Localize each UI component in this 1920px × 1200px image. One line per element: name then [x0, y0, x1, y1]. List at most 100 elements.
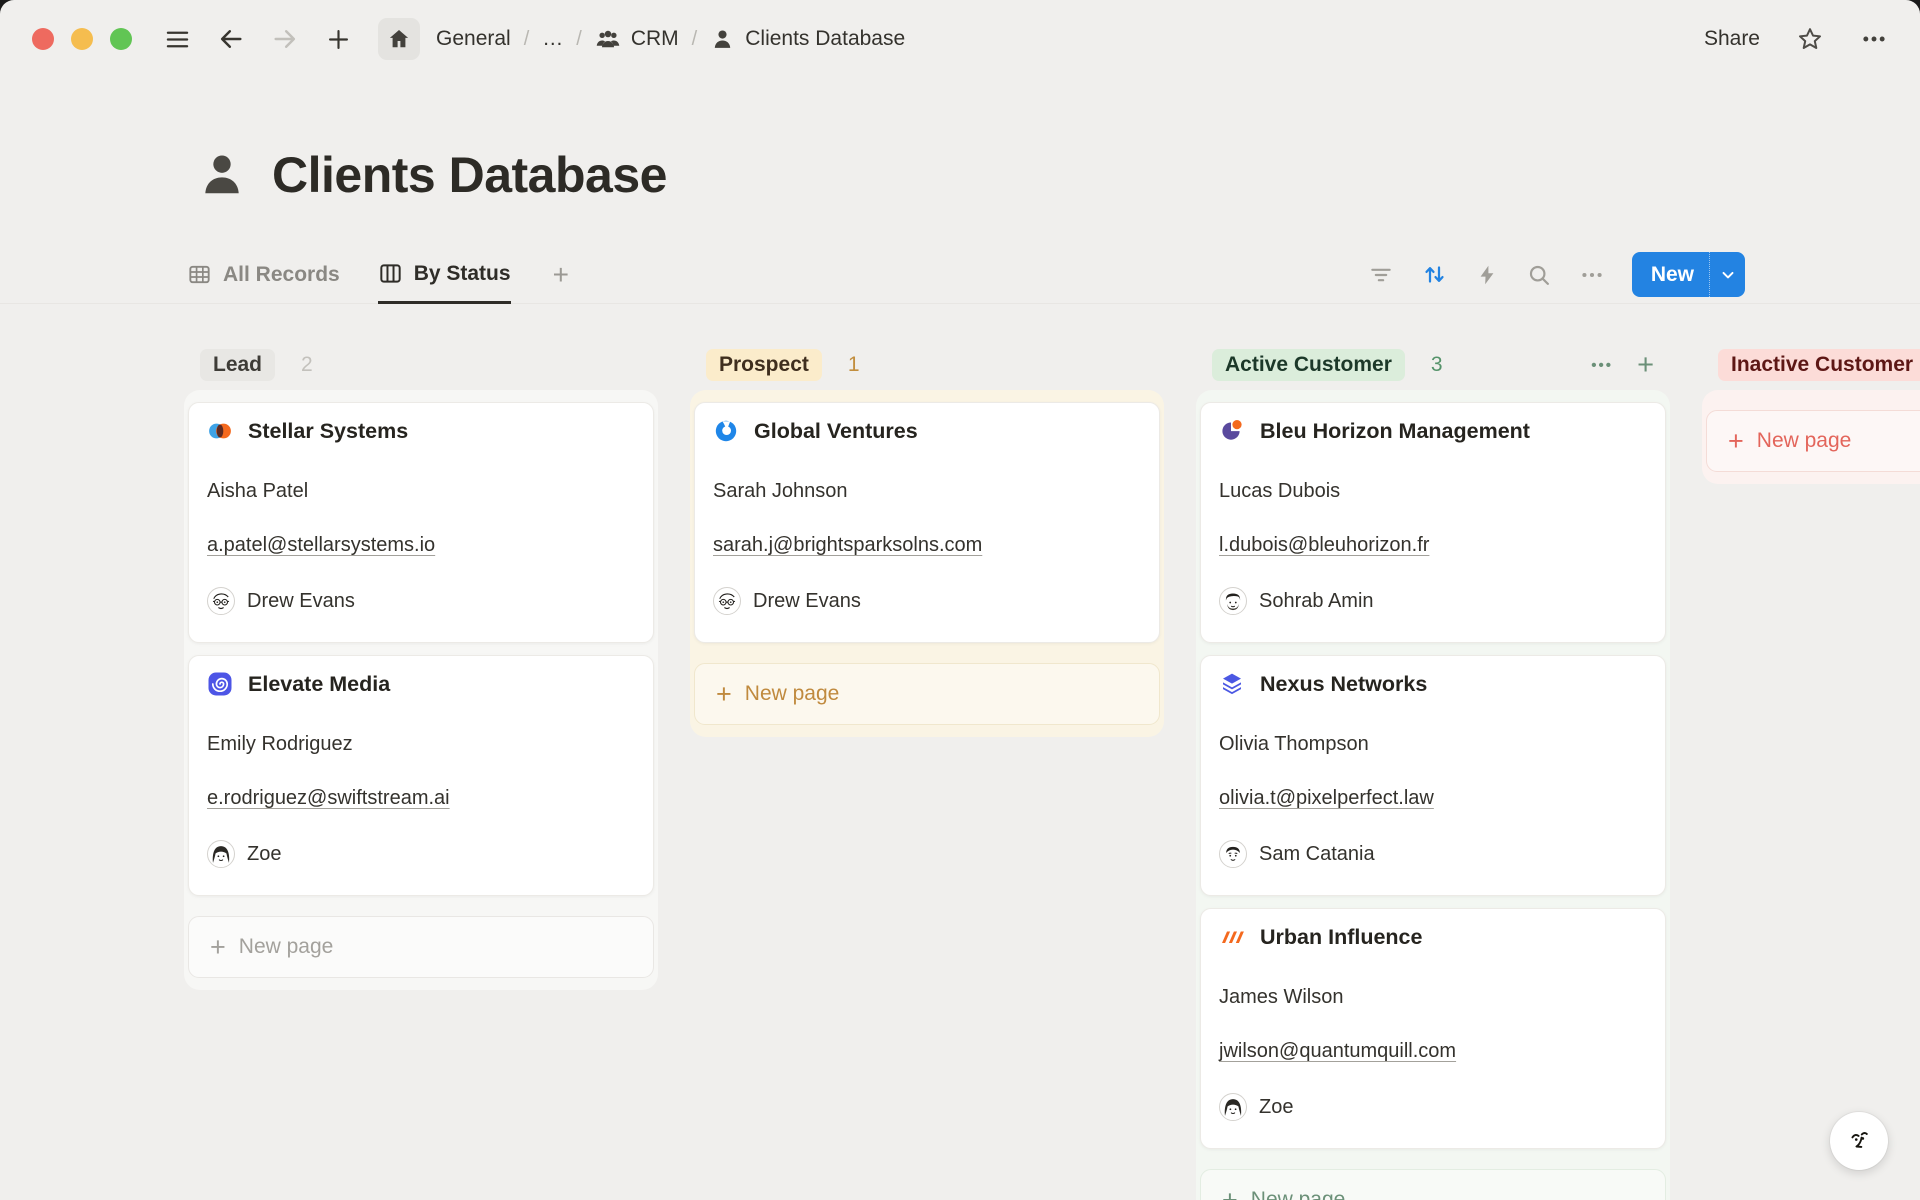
column-actions: ••• +: [1591, 351, 1654, 380]
page-title[interactable]: Clients Database: [272, 146, 667, 204]
contact-name: James Wilson: [1219, 985, 1647, 1010]
board-icon: [378, 261, 403, 286]
column-status-pill[interactable]: Lead: [200, 349, 275, 381]
breadcrumb-clients-database[interactable]: Clients Database: [710, 27, 905, 52]
new-record-label: New: [1632, 263, 1709, 287]
breadcrumb: General / … / CRM / Clients Database: [436, 26, 905, 52]
breadcrumb-general[interactable]: General: [436, 27, 511, 51]
contact-email-link[interactable]: sarah.j@brightsparksolns.com: [713, 533, 1141, 558]
app-window: General / … / CRM / Clients Database Sha…: [0, 0, 1920, 1200]
automation-icon[interactable]: [1475, 263, 1499, 287]
avatar-drew-evans: [713, 587, 741, 615]
card-title-row: Stellar Systems: [207, 418, 635, 444]
new-record-dropdown[interactable]: [1709, 252, 1745, 297]
column-body-active-customer: Bleu Horizon ManagementLucas Duboisl.dub…: [1196, 390, 1670, 1200]
column-status-pill[interactable]: Inactive Customer: [1718, 349, 1920, 381]
company-name: Bleu Horizon Management: [1260, 419, 1530, 444]
back-icon[interactable]: [217, 25, 245, 53]
owner-row: Zoe: [207, 840, 635, 868]
column-add-icon[interactable]: +: [1637, 351, 1654, 380]
breadcrumb-separator: /: [576, 28, 582, 51]
contact-email-link[interactable]: l.dubois@bleuhorizon.fr: [1219, 533, 1647, 558]
topbar-actions: Share: [1704, 25, 1888, 53]
people-icon: [595, 26, 621, 52]
owner-row: Drew Evans: [713, 587, 1141, 615]
sidebar-menu-icon[interactable]: [164, 26, 191, 53]
filter-icon[interactable]: [1368, 262, 1394, 288]
owner-row: Zoe: [1219, 1093, 1647, 1121]
card-urban-influence[interactable]: Urban InfluenceJames Wilsonjwilson@quant…: [1200, 908, 1666, 1149]
card-global-ventures[interactable]: Global VenturesSarah Johnsonsarah.j@brig…: [694, 402, 1160, 643]
favorite-star-icon[interactable]: [1796, 25, 1824, 53]
column-body-lead: Stellar Systems Aisha Patel a.patel@stella…: [184, 390, 658, 990]
new-page-label: New page: [745, 682, 840, 706]
column-count: 1: [848, 353, 860, 377]
breadcrumb-page-label: Clients Database: [745, 27, 905, 51]
new-record-button[interactable]: New: [1632, 252, 1745, 297]
company-name: Stellar Systems: [248, 419, 408, 444]
column-status-pill[interactable]: Prospect: [706, 349, 822, 381]
ai-face-button[interactable]: [1830, 1112, 1888, 1170]
home-button[interactable]: [378, 18, 420, 60]
contact-email-link[interactable]: jwilson@quantumquill.com: [1219, 1039, 1647, 1064]
company-icon-stripes: [1219, 924, 1245, 950]
chevron-down-icon: [1719, 266, 1737, 284]
company-icon-venn-circles: [207, 418, 233, 444]
minimize-button[interactable]: [71, 28, 93, 50]
breadcrumb-crm-label: CRM: [631, 27, 679, 51]
owner-row: Drew Evans: [207, 587, 635, 615]
company-icon-stack-layers: [1219, 671, 1245, 697]
contact-name: Aisha Patel: [207, 479, 635, 504]
page-header: Clients Database: [196, 146, 667, 204]
card-stellar-systems[interactable]: Stellar Systems Aisha Patel a.patel@stella…: [188, 402, 654, 643]
new-page-label: New page: [1757, 429, 1852, 453]
new-page-label: New page: [239, 935, 334, 959]
search-icon[interactable]: [1526, 262, 1552, 288]
column-count: 2: [301, 353, 313, 377]
new-page-button[interactable]: +New page: [1706, 410, 1920, 472]
close-button[interactable]: [32, 28, 54, 50]
add-view-button[interactable]: +: [553, 246, 569, 303]
column-inactive-customer: Inactive Customer +New page: [1702, 344, 1920, 484]
breadcrumb-separator: /: [524, 28, 530, 51]
new-page-button[interactable]: +New page: [694, 663, 1160, 725]
sort-icon[interactable]: [1421, 261, 1448, 288]
traffic-lights: [32, 28, 132, 50]
contact-email-link[interactable]: a.patel@stellarsystems.io: [207, 533, 635, 558]
new-page-label: New page: [1251, 1188, 1346, 1200]
card-nexus-networks[interactable]: Nexus NetworksOlivia Thompsonolivia.t@pi…: [1200, 655, 1666, 896]
new-tab-icon[interactable]: [325, 26, 352, 53]
zoom-button[interactable]: [110, 28, 132, 50]
tab-all-records[interactable]: All Records: [187, 246, 340, 303]
new-page-button[interactable]: + New page: [1200, 1169, 1666, 1200]
new-page-button[interactable]: +New page: [188, 916, 654, 978]
breadcrumb-crm[interactable]: CRM: [595, 26, 679, 52]
column-status-pill[interactable]: Active Customer: [1212, 349, 1405, 381]
person-icon: [710, 27, 735, 52]
contact-email-link[interactable]: olivia.t@pixelperfect.law: [1219, 786, 1647, 811]
view-more-icon[interactable]: [1579, 262, 1605, 288]
contact-name: Olivia Thompson: [1219, 732, 1647, 757]
owner-name: Sam Catania: [1259, 843, 1375, 866]
card-elevate-media[interactable]: Elevate MediaEmily Rodrigueze.rodriguez@…: [188, 655, 654, 896]
card-title-row: Bleu Horizon Management: [1219, 418, 1647, 444]
share-button[interactable]: Share: [1704, 27, 1760, 51]
plus-icon: +: [1222, 1187, 1238, 1200]
column-header-prospect: Prospect 1: [690, 344, 1164, 386]
card-bleu-horizon-management[interactable]: Bleu Horizon ManagementLucas Duboisl.dub…: [1200, 402, 1666, 643]
tab-by-status[interactable]: By Status: [378, 246, 511, 304]
more-options-icon[interactable]: [1860, 25, 1888, 53]
company-name: Global Ventures: [754, 419, 918, 444]
nav-controls: [164, 18, 420, 60]
column-body-inactive-customer: +New page: [1702, 390, 1920, 484]
page-person-icon[interactable]: [196, 149, 248, 201]
forward-icon[interactable]: [271, 25, 299, 53]
company-icon-spiral: [207, 671, 233, 697]
view-tabs: All Records By Status +: [187, 246, 569, 303]
contact-email-link[interactable]: e.rodriguez@swiftstream.ai: [207, 786, 635, 811]
owner-row: Sam Catania: [1219, 840, 1647, 868]
column-active-customer: Active Customer3•••+Bleu Horizon Managem…: [1196, 344, 1670, 1200]
owner-name: Zoe: [1259, 1096, 1293, 1119]
column-more-icon[interactable]: •••: [1591, 357, 1613, 374]
breadcrumb-ellipsis[interactable]: …: [542, 27, 563, 51]
